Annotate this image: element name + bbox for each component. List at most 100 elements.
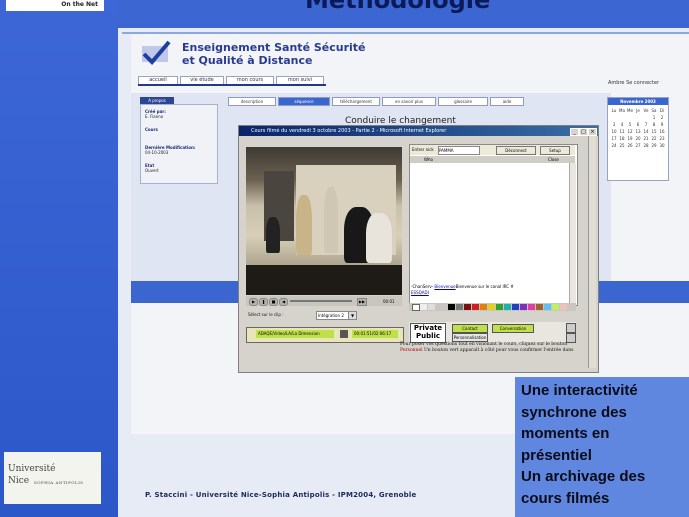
color-swatch-red[interactable] xyxy=(472,304,479,310)
calendar-date[interactable] xyxy=(634,114,642,121)
login-area[interactable]: Ambre Se connecter xyxy=(608,80,688,88)
color-swatch-maroon[interactable] xyxy=(464,304,471,310)
fast-forward-icon[interactable]: ▶▶ xyxy=(357,298,367,306)
calendar-date[interactable] xyxy=(618,114,626,121)
contact-button[interactable]: Contact xyxy=(452,324,488,333)
color-swatch-sky[interactable] xyxy=(544,304,551,310)
close-icon[interactable]: × xyxy=(588,128,597,136)
tab-telechargement[interactable]: téléchargement xyxy=(332,97,380,106)
calendar-date[interactable]: 20 xyxy=(634,135,642,142)
calendar-date[interactable]: 26 xyxy=(626,142,634,149)
calendar-date[interactable]: 14 xyxy=(642,128,650,135)
private-public-toggle[interactable]: Private Public xyxy=(410,323,446,343)
minimize-icon[interactable]: _ xyxy=(570,128,579,136)
calendar-date[interactable]: 15 xyxy=(650,128,658,135)
color-swatch-yellow[interactable] xyxy=(488,304,495,310)
calendar-date[interactable]: 1 xyxy=(650,114,658,121)
calendar-date[interactable]: 29 xyxy=(650,142,658,149)
personalize-button[interactable]: Personnalisation xyxy=(452,333,488,342)
calendar-date[interactable]: 16 xyxy=(658,128,666,135)
chat-user-link[interactable]: Bienvenue xyxy=(434,284,455,289)
calendar-date[interactable]: 10 xyxy=(610,128,618,135)
calendar-date[interactable]: 11 xyxy=(618,128,626,135)
tab-en-savoir-plus[interactable]: en savoir plus xyxy=(382,97,436,106)
calendar-date[interactable]: 30 xyxy=(658,142,666,149)
underline-icon[interactable] xyxy=(428,304,435,310)
color-swatch-green[interactable] xyxy=(496,304,503,310)
calendar-date[interactable]: 25 xyxy=(618,142,626,149)
calendar-date[interactable] xyxy=(626,114,634,121)
about-tab[interactable]: A propos xyxy=(140,97,174,104)
color-swatch-brown[interactable] xyxy=(536,304,543,310)
calendar-date[interactable]: 7 xyxy=(642,121,650,128)
calendar-date[interactable]: 23 xyxy=(658,135,666,142)
chevron-down-icon[interactable]: ▼ xyxy=(348,311,357,320)
setup-button[interactable]: Setup xyxy=(540,146,570,155)
university-logo-line3: SOPHIA ANTIPOLIS xyxy=(34,480,84,485)
calendar-date[interactable]: 19 xyxy=(626,135,634,142)
color-swatch-rose[interactable] xyxy=(560,304,567,310)
site-title: Enseignement Santé Sécurité et Qualité à… xyxy=(182,41,366,67)
chat-scrollbar[interactable] xyxy=(569,163,576,303)
calendar-date[interactable]: 12 xyxy=(626,128,634,135)
color-swatch-black[interactable] xyxy=(448,304,455,310)
color-swatch-teal[interactable] xyxy=(504,304,511,310)
university-logo-line1: Université xyxy=(8,464,56,474)
clip-time-label: 00:01:51/02:06:17 xyxy=(352,330,398,338)
bold-icon[interactable] xyxy=(412,304,420,311)
play-icon[interactable]: ▶ xyxy=(249,298,258,306)
disconnect-button[interactable]: Déconnect xyxy=(496,146,536,155)
calendar-date[interactable]: 18 xyxy=(618,135,626,142)
italic-icon[interactable] xyxy=(420,304,427,310)
calendar-date[interactable] xyxy=(642,114,650,121)
calendar-date[interactable]: 27 xyxy=(634,142,642,149)
calendar-date[interactable]: 3 xyxy=(610,121,618,128)
calendar-date[interactable]: 4 xyxy=(618,121,626,128)
color-swatch-pink[interactable] xyxy=(528,304,535,310)
calendar-date[interactable]: 5 xyxy=(626,121,634,128)
tab-glossaire[interactable]: glossaire xyxy=(438,97,488,106)
stop-icon[interactable]: ■ xyxy=(269,298,278,306)
login-user: Ambre xyxy=(608,80,625,86)
tab-sequence[interactable]: séquence xyxy=(278,97,330,106)
calendar-date[interactable]: 17 xyxy=(610,135,618,142)
clip-select[interactable]: Intégration 2 xyxy=(316,311,349,320)
calendar-date[interactable]: 28 xyxy=(642,142,650,149)
pause-icon[interactable]: ❚ xyxy=(259,298,268,306)
color-swatch-purple[interactable] xyxy=(520,304,527,310)
who-label[interactable]: Who xyxy=(424,156,433,163)
clip-path-label[interactable]: ADAQE/Video/LA/La Dimension xyxy=(256,330,334,338)
window-scrollbar[interactable] xyxy=(588,136,596,368)
channel-link[interactable]: ESSQADI xyxy=(411,290,429,295)
calendar-date[interactable] xyxy=(610,114,618,121)
video-player[interactable] xyxy=(246,147,402,295)
calendar-date[interactable]: 6 xyxy=(634,121,642,128)
tab-description[interactable]: description xyxy=(228,97,276,106)
calendar-day-header: Ve xyxy=(643,108,649,113)
calendar-date[interactable]: 13 xyxy=(634,128,642,135)
clip-stop-icon[interactable] xyxy=(340,330,348,338)
maximize-icon[interactable]: □ xyxy=(579,128,588,136)
rewind-icon[interactable]: ◀ xyxy=(279,298,288,306)
connect-link[interactable]: Se connecter xyxy=(626,80,659,86)
close-label[interactable]: Close xyxy=(548,156,559,163)
calendar: Novembre 2003 Lu Ma Me Je Ve Sa Di 1 2 3 4 5 6 7 8 9 10 1… xyxy=(607,97,669,181)
tab-aide[interactable]: aide xyxy=(490,97,524,106)
calendar-date[interactable]: 22 xyxy=(650,135,658,142)
calendar-date[interactable]: 21 xyxy=(642,135,650,142)
nick-input[interactable]: PAMMA xyxy=(438,146,480,155)
seek-bar[interactable] xyxy=(290,300,352,302)
calendar-date[interactable]: 8 xyxy=(650,121,658,128)
conversation-button[interactable]: Conversation xyxy=(492,324,534,333)
color-swatch-gray[interactable] xyxy=(456,304,463,310)
calendar-date[interactable]: 24 xyxy=(610,142,618,149)
nick-label: Entrer nick xyxy=(412,147,434,152)
calendar-date[interactable]: 9 xyxy=(658,121,666,128)
slide-footer: P. Staccini - Université Nice-Sophia Ant… xyxy=(145,491,417,499)
site-title-line1: Enseignement Santé Sécurité xyxy=(182,41,366,54)
send-icon[interactable] xyxy=(566,323,576,333)
calendar-date[interactable]: 2 xyxy=(658,114,666,121)
color-swatch-lime[interactable] xyxy=(552,304,559,310)
color-swatch-orange[interactable] xyxy=(480,304,487,310)
color-swatch-blue[interactable] xyxy=(512,304,519,310)
